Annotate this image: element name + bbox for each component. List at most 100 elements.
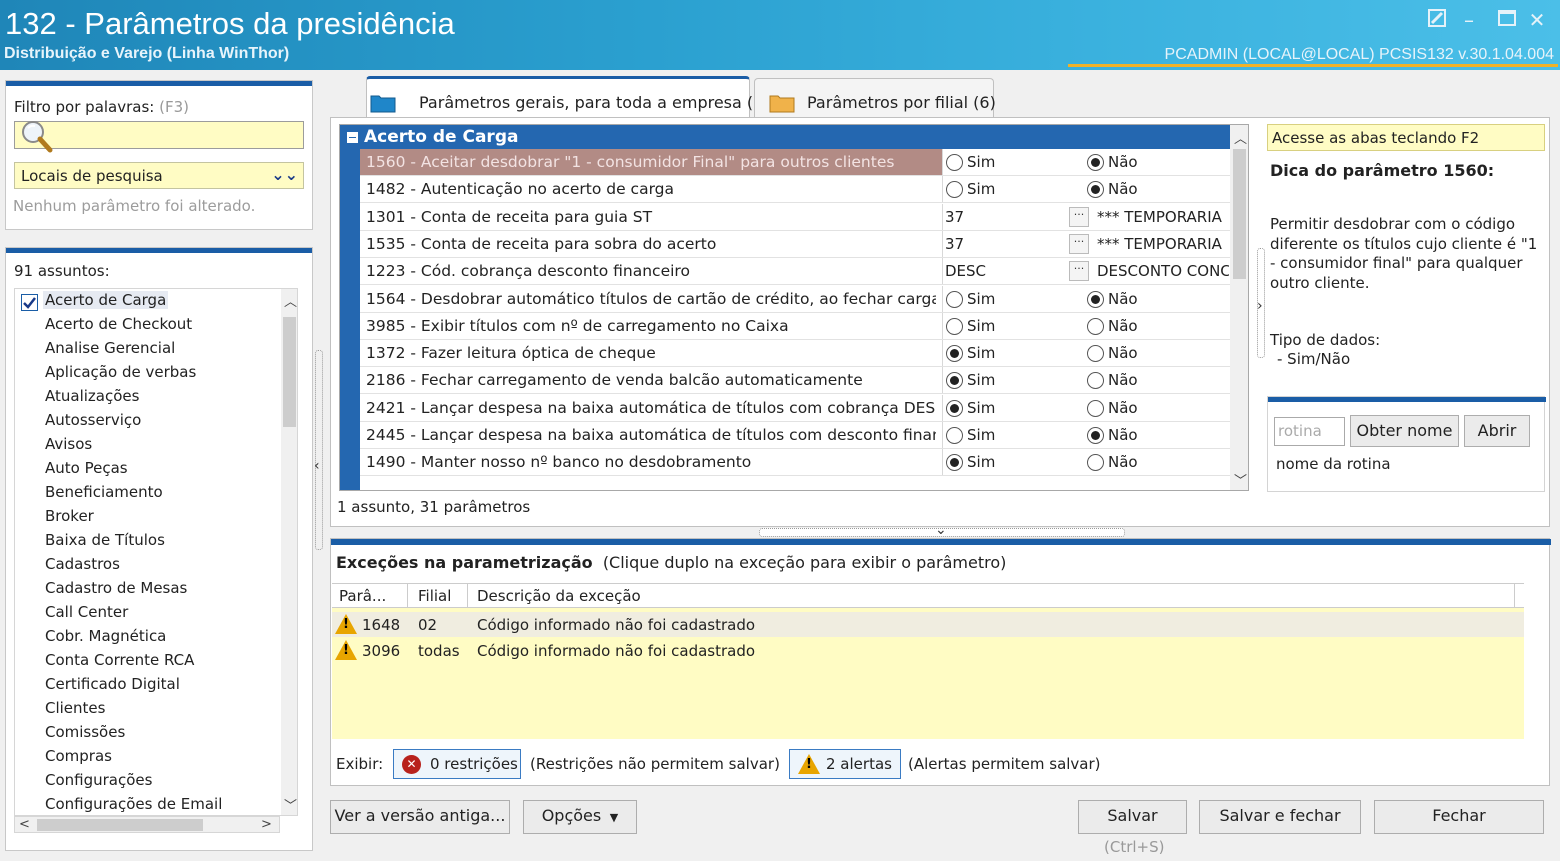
old-version-button[interactable]: Ver a versão antiga... <box>330 800 510 834</box>
parameter-value-cell[interactable]: Sim Não <box>942 149 1230 175</box>
save-button[interactable]: Salvar <box>1078 800 1187 834</box>
parameter-value[interactable]: 37 <box>945 235 964 253</box>
parameter-row[interactable]: 1301 - Conta de receita para guia ST 37 ··… <box>360 203 1230 231</box>
subject-item[interactable]: Certificado Digital <box>45 675 180 693</box>
subject-item[interactable]: Comissões <box>45 723 125 741</box>
scrollbar-thumb[interactable] <box>283 317 296 427</box>
restore-icon[interactable] <box>1424 8 1450 32</box>
subject-item[interactable]: Cadastros <box>45 555 120 573</box>
ellipsis-icon[interactable]: ··· <box>1069 233 1089 254</box>
ellipsis-icon[interactable]: ··· <box>1069 261 1089 282</box>
vertical-splitter[interactable] <box>315 350 323 550</box>
radio-sim[interactable] <box>946 317 963 335</box>
parameter-row[interactable]: 1560 - Aceitar desdobrar "1 - consumidor… <box>360 149 1230 176</box>
chevron-down-icon[interactable]: ⌄ <box>935 522 947 538</box>
parameter-value-cell[interactable]: Sim Não <box>942 176 1230 203</box>
alertas-toggle-button[interactable]: 2 alertas <box>789 749 901 779</box>
chevron-down-icon[interactable]: ﹀ <box>1234 470 1247 489</box>
parameter-value[interactable]: DESC <box>945 262 986 280</box>
subject-item-acerto-de-carga[interactable]: Acerto de Carga <box>43 291 169 309</box>
grid-vertical-scrollbar[interactable]: ︿ ﹀ <box>1230 125 1248 490</box>
parameter-row[interactable]: 1372 - Fazer leitura óptica de cheque Sim… <box>360 340 1230 368</box>
radio-sim[interactable] <box>946 372 963 390</box>
filter-input[interactable] <box>14 121 304 153</box>
radio-nao[interactable] <box>1087 345 1104 363</box>
parameter-value-cell[interactable]: Sim Não <box>942 394 1230 421</box>
collapse-icon[interactable] <box>347 132 358 143</box>
parameter-value-cell[interactable]: Sim Não <box>942 340 1230 367</box>
tab-parametros-por-filial[interactable]: Parâmetros por filial (6) <box>754 78 996 118</box>
radio-sim[interactable] <box>946 427 963 444</box>
radio-sim[interactable] <box>946 345 963 363</box>
parameter-value-cell[interactable]: Sim Não <box>942 422 1230 448</box>
parameter-value-cell[interactable]: 37 ··· *** TEMPORARIA <box>942 230 1230 257</box>
scrollbar-thumb[interactable] <box>1233 149 1246 279</box>
column-header-descricao[interactable]: Descrição da exceção <box>477 587 641 605</box>
subject-item[interactable]: Broker <box>45 507 94 525</box>
subject-item[interactable]: Clientes <box>45 699 105 717</box>
radio-sim[interactable] <box>946 290 963 308</box>
locais-de-pesquisa-dropdown[interactable]: Locais de pesquisa ⌄⌄ <box>14 162 304 189</box>
subject-item[interactable]: Cadastro de Mesas <box>45 579 187 597</box>
parameter-value-cell[interactable]: Sim Não <box>942 285 1230 312</box>
parameter-value[interactable]: 37 <box>945 208 964 226</box>
rotina-input[interactable]: rotina <box>1274 417 1345 446</box>
subject-item[interactable]: Atualizações <box>45 387 139 405</box>
subject-item[interactable]: Configurações <box>45 771 152 789</box>
subject-item[interactable]: Beneficiamento <box>45 483 163 501</box>
close-button[interactable]: Fechar <box>1374 800 1544 834</box>
exception-row[interactable]: 1648 02 Código informado não foi cadastr… <box>332 612 1524 637</box>
chevron-right-icon[interactable]: › <box>1257 298 1263 314</box>
exception-row[interactable]: 3096 todas Código informado não foi cada… <box>332 638 1524 663</box>
radio-nao[interactable] <box>1087 399 1104 417</box>
subject-item[interactable]: Acerto de Checkout <box>45 315 192 333</box>
radio-sim[interactable] <box>946 399 963 417</box>
radio-nao[interactable] <box>1087 154 1104 171</box>
obter-nome-button[interactable]: Obter nome <box>1350 415 1459 447</box>
chevron-up-icon[interactable]: ︿ <box>284 291 297 310</box>
parameter-value-cell[interactable]: 37 ··· *** TEMPORARIA <box>942 203 1230 230</box>
subject-item[interactable]: Cobr. Magnética <box>45 627 166 645</box>
ellipsis-icon[interactable]: ··· <box>1069 206 1089 227</box>
parameter-value-cell[interactable]: Sim Não <box>942 312 1230 339</box>
parameter-row[interactable]: 1535 - Conta de receita para sobra do ac… <box>360 230 1230 258</box>
parameter-row[interactable]: 1490 - Manter nosso nº banco no desdobra… <box>360 449 1230 477</box>
subject-item[interactable]: Auto Peças <box>45 459 128 477</box>
radio-sim[interactable] <box>946 454 963 472</box>
restricoes-toggle-button[interactable]: ✕ 0 restrições <box>393 749 521 779</box>
parameter-value-cell[interactable]: DESC ··· DESCONTO CONC <box>942 258 1230 285</box>
radio-nao[interactable] <box>1087 427 1104 444</box>
parameter-row[interactable]: 1223 - Cód. cobrança desconto financeiro… <box>360 258 1230 286</box>
save-and-close-button[interactable]: Salvar e fechar <box>1199 800 1361 834</box>
maximize-icon[interactable] <box>1494 8 1520 32</box>
subject-item[interactable]: Baixa de Títulos <box>45 531 165 549</box>
checkbox-checked[interactable] <box>21 294 38 311</box>
column-header-param[interactable]: Parâ... <box>339 587 386 605</box>
subject-item[interactable]: Conta Corrente RCA <box>45 651 194 669</box>
parameter-row[interactable]: 2421 - Lançar despesa na baixa automátic… <box>360 394 1230 422</box>
subject-item[interactable]: Call Center <box>45 603 128 621</box>
radio-sim[interactable] <box>946 154 963 171</box>
parameter-value-cell[interactable]: Sim Não <box>942 367 1230 394</box>
subject-item[interactable]: Aplicação de verbas <box>45 363 196 381</box>
parameter-row[interactable]: 2445 - Lançar despesa na baixa automátic… <box>360 422 1230 449</box>
radio-nao[interactable] <box>1087 181 1104 199</box>
options-button[interactable]: Opções ▼ <box>523 800 637 834</box>
tab-parametros-gerais[interactable]: Parâmetros gerais, para toda a empresa (… <box>366 76 780 119</box>
subject-item[interactable]: Autosserviço <box>45 411 141 429</box>
subject-item[interactable]: Compras <box>45 747 112 765</box>
parameter-row[interactable]: 1482 - Autenticação no acerto de carga Si… <box>360 176 1230 204</box>
chevron-left-icon[interactable]: ‹ <box>314 458 320 474</box>
radio-nao[interactable] <box>1087 290 1104 308</box>
parameter-row[interactable]: 2186 - Fechar carregamento de venda balc… <box>360 367 1230 395</box>
close-icon[interactable]: ✕ <box>1524 8 1550 32</box>
abrir-button[interactable]: Abrir <box>1464 415 1530 447</box>
parameter-row[interactable]: 3985 - Exibir títulos com nº de carregam… <box>360 312 1230 340</box>
parameter-value-cell[interactable]: Sim Não <box>942 449 1230 476</box>
group-header[interactable]: Acerto de Carga <box>340 125 1230 149</box>
parameter-row[interactable]: 1564 - Desdobrar automático títulos de c… <box>360 285 1230 313</box>
subjects-vertical-scrollbar[interactable]: ︿ ﹀ <box>281 289 297 815</box>
radio-nao[interactable] <box>1087 317 1104 335</box>
column-header-filial[interactable]: Filial <box>418 587 451 605</box>
subject-item[interactable]: Avisos <box>45 435 92 453</box>
